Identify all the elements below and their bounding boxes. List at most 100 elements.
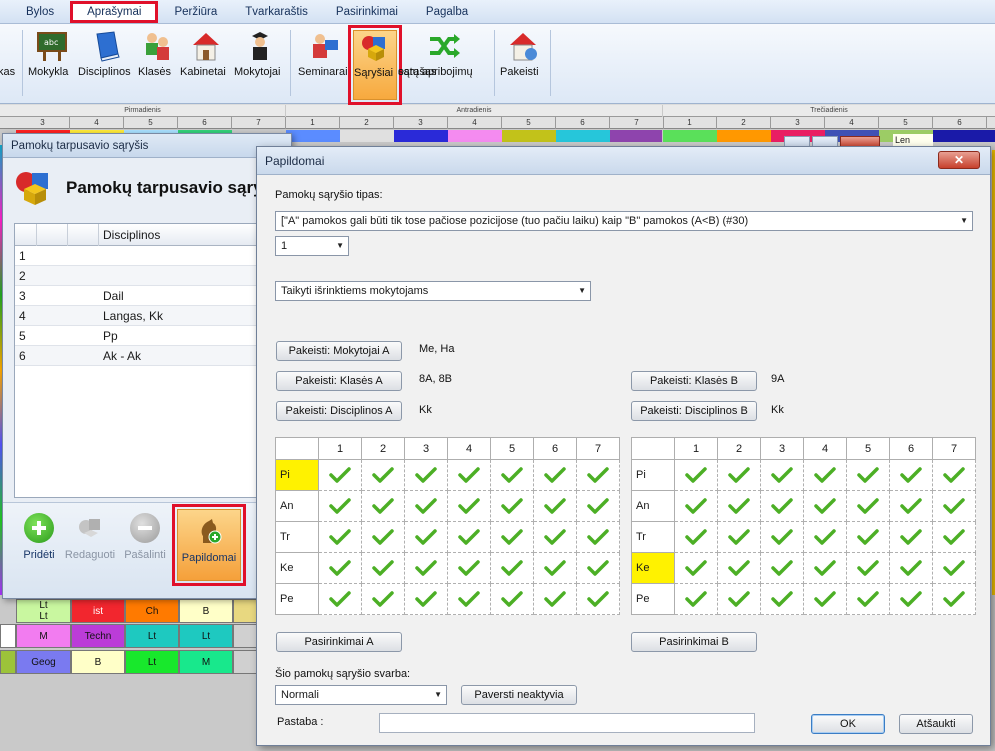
grid-cell[interactable]	[803, 521, 847, 553]
grid-cell[interactable]	[803, 459, 847, 491]
ribbon-mokykla-button[interactable]: abc Mokykla	[28, 30, 76, 100]
grid-cell[interactable]	[404, 583, 448, 615]
grid-cell[interactable]	[447, 583, 491, 615]
timetable-cell[interactable]: M	[179, 650, 233, 674]
timetable-cell[interactable]	[502, 130, 556, 142]
grid-cell[interactable]	[674, 583, 718, 615]
grid-column-header[interactable]: 4	[803, 437, 847, 460]
grid-cell[interactable]	[846, 583, 890, 615]
timetable-cell[interactable]: Lt	[125, 624, 179, 648]
grid-cell[interactable]	[447, 552, 491, 584]
grid-cell[interactable]	[846, 459, 890, 491]
grid-cell[interactable]	[533, 552, 577, 584]
grid-cell[interactable]	[576, 521, 620, 553]
timetable-cell[interactable]: Techn	[71, 624, 125, 648]
grid-cell[interactable]	[318, 583, 362, 615]
grid-cell[interactable]	[717, 552, 761, 584]
grid-cell[interactable]	[361, 490, 405, 522]
grid-cell[interactable]	[760, 459, 804, 491]
grid-cell[interactable]	[404, 521, 448, 553]
grid-cell[interactable]	[889, 552, 933, 584]
change-classes-a-button[interactable]: Pakeisti: Klasės A	[276, 371, 402, 391]
column-header[interactable]	[68, 224, 99, 246]
table-row[interactable]: 6 Ak - Ak	[15, 346, 283, 366]
importance-select[interactable]: Normali ▼	[275, 685, 447, 705]
options-b-button[interactable]: Pasirinkimai B	[631, 632, 757, 652]
grid-cell[interactable]	[803, 552, 847, 584]
grid-cell[interactable]	[576, 552, 620, 584]
ribbon-pakeisti-button[interactable]: Pakeisti	[500, 30, 546, 100]
timetable-cell[interactable]: Lt Lt	[16, 599, 71, 623]
grid-cell[interactable]	[717, 521, 761, 553]
grid-row-header[interactable]: Tr	[631, 521, 675, 553]
deactivate-button[interactable]: Paversti neaktyvia	[461, 685, 577, 705]
extra-button[interactable]: Papildomai	[172, 504, 246, 586]
table-row[interactable]: 1	[15, 246, 283, 266]
grid-cell[interactable]	[576, 459, 620, 491]
grid-cell[interactable]	[803, 583, 847, 615]
grid-column-header[interactable]: 1	[318, 437, 362, 460]
grid-cell[interactable]	[533, 459, 577, 491]
grid-cell[interactable]	[846, 552, 890, 584]
grid-column-header[interactable]: 2	[717, 437, 761, 460]
grid-cell[interactable]	[760, 490, 804, 522]
options-a-button[interactable]: Pasirinkimai A	[276, 632, 402, 652]
grid-cell[interactable]	[318, 521, 362, 553]
timetable-cell[interactable]	[933, 130, 995, 142]
grid-cell[interactable]	[318, 490, 362, 522]
menu-bylos[interactable]: Bylos	[0, 1, 68, 23]
grid-cell[interactable]	[674, 490, 718, 522]
grid-cell[interactable]	[932, 459, 976, 491]
column-header[interactable]	[15, 224, 37, 246]
timetable-cell[interactable]	[233, 599, 257, 623]
grid-cell[interactable]	[490, 490, 534, 522]
grid-cell[interactable]	[361, 459, 405, 491]
grid-cell[interactable]	[674, 521, 718, 553]
grid-cell[interactable]	[889, 490, 933, 522]
remove-button[interactable]: Pašalinti	[121, 513, 169, 561]
timetable-cell[interactable]: M	[16, 624, 71, 648]
timetable-cell[interactable]	[610, 130, 662, 142]
grid-cell[interactable]	[717, 490, 761, 522]
grid-column-header[interactable]: 4	[447, 437, 491, 460]
grid-column-header[interactable]: 6	[889, 437, 933, 460]
timetable-cell[interactable]	[394, 130, 448, 142]
timetable-cell[interactable]: Lt	[125, 650, 179, 674]
ribbon-kabinetai-button[interactable]: Kabinetai	[180, 30, 232, 100]
count-select[interactable]: 1 ▼	[275, 236, 349, 256]
timetable-cell[interactable]	[717, 130, 771, 142]
grid-row-header[interactable]: Pi	[275, 459, 319, 491]
timetable-cell[interactable]: Geog	[16, 650, 71, 674]
grid-cell[interactable]	[889, 521, 933, 553]
grid-cell[interactable]	[760, 521, 804, 553]
grid-cell[interactable]	[533, 490, 577, 522]
grid-cell[interactable]	[932, 583, 976, 615]
grid-column-header[interactable]: 5	[846, 437, 890, 460]
grid-row-header[interactable]: An	[275, 490, 319, 522]
apply-to-select[interactable]: Taikyti išrinktiems mokytojams ▼	[275, 281, 591, 301]
grid-cell[interactable]	[361, 583, 405, 615]
grid-cell[interactable]	[674, 552, 718, 584]
edit-button[interactable]: Redaguoti	[61, 513, 119, 561]
grid-column-header[interactable]: 7	[576, 437, 620, 460]
grid-cell[interactable]	[404, 552, 448, 584]
relation-type-select[interactable]: ["A" pamokos gali būti tik tose pačiose …	[275, 211, 973, 231]
grid-cell[interactable]	[490, 459, 534, 491]
table-row[interactable]: 2	[15, 266, 283, 286]
grid-cell[interactable]	[889, 459, 933, 491]
grid-cell[interactable]	[490, 583, 534, 615]
grid-cell[interactable]	[490, 552, 534, 584]
grid-cell[interactable]	[760, 583, 804, 615]
grid-column-header[interactable]: 2	[361, 437, 405, 460]
change-teachers-a-button[interactable]: Pakeisti: Mokytojai A	[276, 341, 402, 361]
grid-column-header[interactable]: 3	[760, 437, 804, 460]
timetable-cell[interactable]: Lt	[179, 624, 233, 648]
ribbon-mokytojai-button[interactable]: Mokytojai	[234, 30, 286, 100]
ribbon-apribojimai-button[interactable]: estų apribojimų sąrašas	[398, 30, 490, 100]
timetable-cell[interactable]	[556, 130, 610, 142]
timetable-cell[interactable]	[286, 130, 340, 142]
grid-cell[interactable]	[576, 490, 620, 522]
timetable-cell[interactable]: Len	[893, 134, 933, 146]
table-row[interactable]: 3 Dail	[15, 286, 283, 306]
ok-button[interactable]: OK	[811, 714, 885, 734]
